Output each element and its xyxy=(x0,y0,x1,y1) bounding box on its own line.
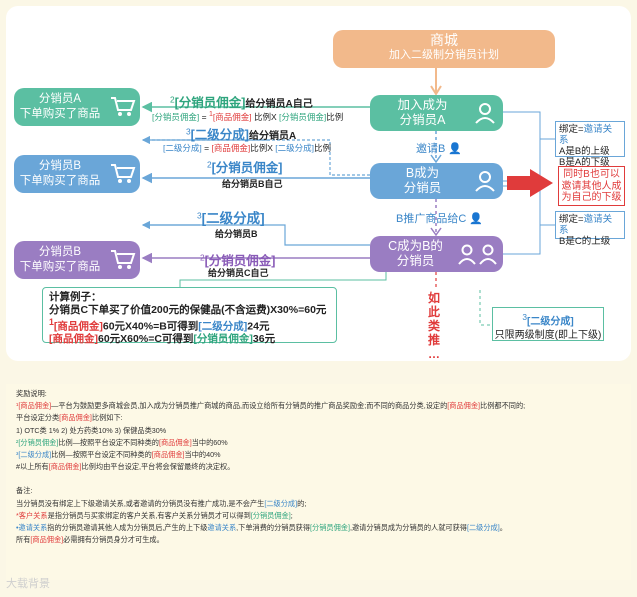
remark-title: 备注: xyxy=(16,486,33,496)
node-c-line1: C成为B的 xyxy=(388,239,443,253)
user-plus-icon: 👤 xyxy=(448,143,463,155)
invite-others-box: 同时B也可以邀请其他人成为自己的下级 xyxy=(558,166,625,206)
b-commission-label: 2[分销员佣金] xyxy=(207,159,283,175)
invite-b-label: 邀请B 👤 xyxy=(416,143,463,155)
node-b: B成为 分销员 xyxy=(370,163,503,199)
mall-subtitle: 加入二级制分销员计划 xyxy=(389,49,499,61)
calc-title: 计算例子： xyxy=(49,291,102,303)
mall-title: 商城 xyxy=(430,32,458,48)
buyer-b-line2: 下单购买了商品 xyxy=(19,175,101,187)
user-icon xyxy=(467,169,503,193)
node-c: C成为B的 分销员 xyxy=(370,236,503,272)
b-commission-sub: 给分销员B自己 xyxy=(222,179,283,189)
cart-icon xyxy=(106,243,140,277)
a-commission-label: 2[分销员佣金]给分销员A自己 xyxy=(170,94,313,110)
buyer-c-line1: 分销员B xyxy=(38,246,82,258)
two-level-box: 3[二级分成] 只限两级制度(即上下级) xyxy=(492,307,604,341)
c-secondary-label: 3[二级分成] xyxy=(197,210,265,226)
node-a: 加入成为 分销员A xyxy=(370,95,503,131)
red-arrow xyxy=(507,169,553,197)
notes-title: 奖励说明: xyxy=(16,389,47,398)
c-secondary-sub: 给分销员B xyxy=(215,229,258,239)
remark-2: *客户关系是指分销员与买家绑定的客户关系,有客户关系分销员才可以得到[分销员佣金… xyxy=(16,510,293,520)
note-1: ¹[商品佣金]—平台为鼓励更多商城会员,加入成为分销员推广商城的商品,而设立给所… xyxy=(16,401,526,411)
mall-box: 商城 加入二级制分销员计划 xyxy=(333,30,555,68)
buyer-a-box: 分销员A 下单购买了商品 xyxy=(14,88,140,126)
and-so-on-vertical: 如此类推… xyxy=(427,291,440,361)
calc-line1: 分销员C下单买了价值200元的保健品(不含运费)X30%=60元 xyxy=(49,303,327,316)
node-a-line1: 加入成为 xyxy=(397,98,448,112)
calculation-example: 计算例子： 分销员C下单买了价值200元的保健品(不含运费)X30%=60元 1… xyxy=(42,287,337,345)
remark-3: •邀请关系指的分销员邀请其他人成为分销员后,产生的上下级邀请关系,下单消费的分销… xyxy=(16,523,507,533)
users-icon xyxy=(453,243,503,265)
user-plus-icon: 👤 xyxy=(469,213,484,225)
note-3: 1) OTC类 1% 2) 处方药类10% 3) 保健品类30% xyxy=(16,425,167,435)
bracket-b-c xyxy=(503,185,541,255)
node-b-line2: 分销员 xyxy=(403,181,442,195)
buyer-c-line2: 下单购买了商品 xyxy=(19,261,101,273)
buyer-b-line1: 分销员B xyxy=(38,160,82,172)
buyer-c-box: 分销员B 下单购买了商品 xyxy=(14,241,140,279)
bracket-a-b xyxy=(503,111,541,182)
b-secondary-formula: [二级分成] = [商品佣金]比例X [二级分成]比例 xyxy=(163,143,331,153)
b-secondary-label: 3[二级分成]给分销员A xyxy=(186,126,297,142)
relation-box-ab: 绑定=邀请关系 A是B的上级 B是A的下级 xyxy=(555,121,625,168)
node-b-line1: B成为 xyxy=(405,166,440,180)
user-icon xyxy=(467,101,503,125)
node-c-line2: 分销员 xyxy=(396,254,435,268)
watermark: 大载背景 xyxy=(6,578,50,590)
cart-icon xyxy=(106,90,140,124)
note-6: #以上所有[商品佣金]比例均由平台设定,平台将会保留最终的决定权。 xyxy=(16,462,235,472)
relation-box-bc: 绑定=邀请关系 B是C的上级 xyxy=(555,211,625,247)
promote-c-label: B推广商品给C 👤 xyxy=(396,213,484,225)
buyer-b-box: 分销员B 下单购买了商品 xyxy=(14,155,140,193)
calc-line3: [商品佣金]60元X60%=C可得到[分销员佣金]36元 xyxy=(49,333,276,345)
note-4: ²[分销员佣金]比例—按照平台设定不同种类的[商品佣金]当中的60% xyxy=(16,437,228,447)
notes-section: 奖励说明: ¹[商品佣金]—平台为鼓励更多商城会员,加入成为分销员推广商城的商品… xyxy=(6,384,631,580)
note-5: ³[二级分成]比例—按照平台设定不同种类的[商品佣金]当中的40% xyxy=(16,450,221,460)
node-a-line2: 分销员A xyxy=(399,113,446,127)
note-2: 平台设定分类[商品佣金]比例如下: xyxy=(16,413,123,423)
c-commission-sub: 给分销员C自己 xyxy=(208,268,269,278)
cart-icon xyxy=(106,157,140,191)
remark-4: 所有[商品佣金]必需拥有分销员身分才可生成。 xyxy=(16,535,164,545)
a-commission-formula: [分销员佣金] = 1[商品佣金] 比例X [分销员佣金]比例 xyxy=(152,110,344,122)
remark-1: 当分销员没有绑定上下级邀请关系,或者邀请的分销员没有推广成功,是不会产生[二级分… xyxy=(16,498,307,508)
calc-line2: 1[商品佣金]60元X40%=B可得到[二级分成]24元 xyxy=(49,317,270,333)
buyer-a-line2: 下单购买了商品 xyxy=(19,108,101,120)
buyer-a-line1: 分销员A xyxy=(38,93,82,105)
